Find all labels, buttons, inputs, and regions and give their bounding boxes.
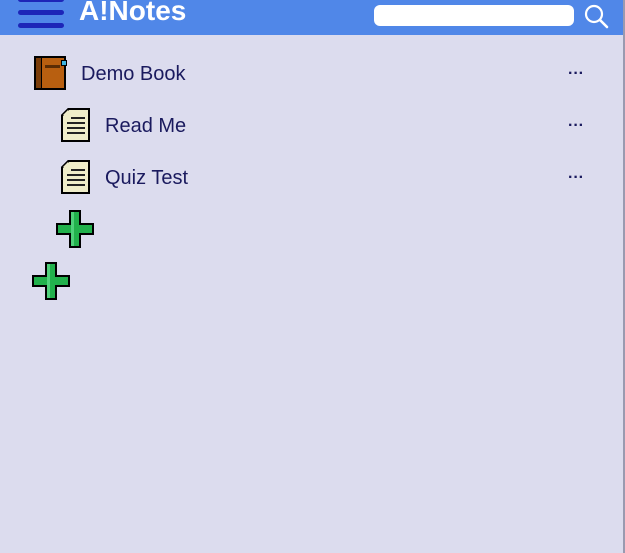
page-icon <box>61 160 90 194</box>
top-bar: A!Notes <box>0 0 625 35</box>
page-icon <box>61 108 90 142</box>
tree-item-demo-book[interactable]: Demo Book ··· <box>33 55 593 95</box>
page-more-button[interactable]: ··· <box>568 170 584 186</box>
page-more-button[interactable]: ··· <box>568 118 584 134</box>
hamburger-menu-icon[interactable] <box>18 0 64 33</box>
app-title: A!Notes <box>79 0 187 26</box>
page-label: Quiz Test <box>105 167 188 189</box>
search-icon[interactable] <box>583 3 609 29</box>
book-icon <box>34 56 67 90</box>
book-more-button[interactable]: ··· <box>568 66 584 82</box>
tree-item-read-me[interactable]: Read Me ··· <box>60 107 593 147</box>
page-label: Read Me <box>105 115 187 137</box>
add-book-button[interactable] <box>31 261 71 301</box>
search-input[interactable] <box>374 5 574 26</box>
add-page-button[interactable] <box>55 209 95 249</box>
book-label: Demo Book <box>81 63 186 85</box>
tree-item-quiz-test[interactable]: Quiz Test ··· <box>60 159 593 199</box>
